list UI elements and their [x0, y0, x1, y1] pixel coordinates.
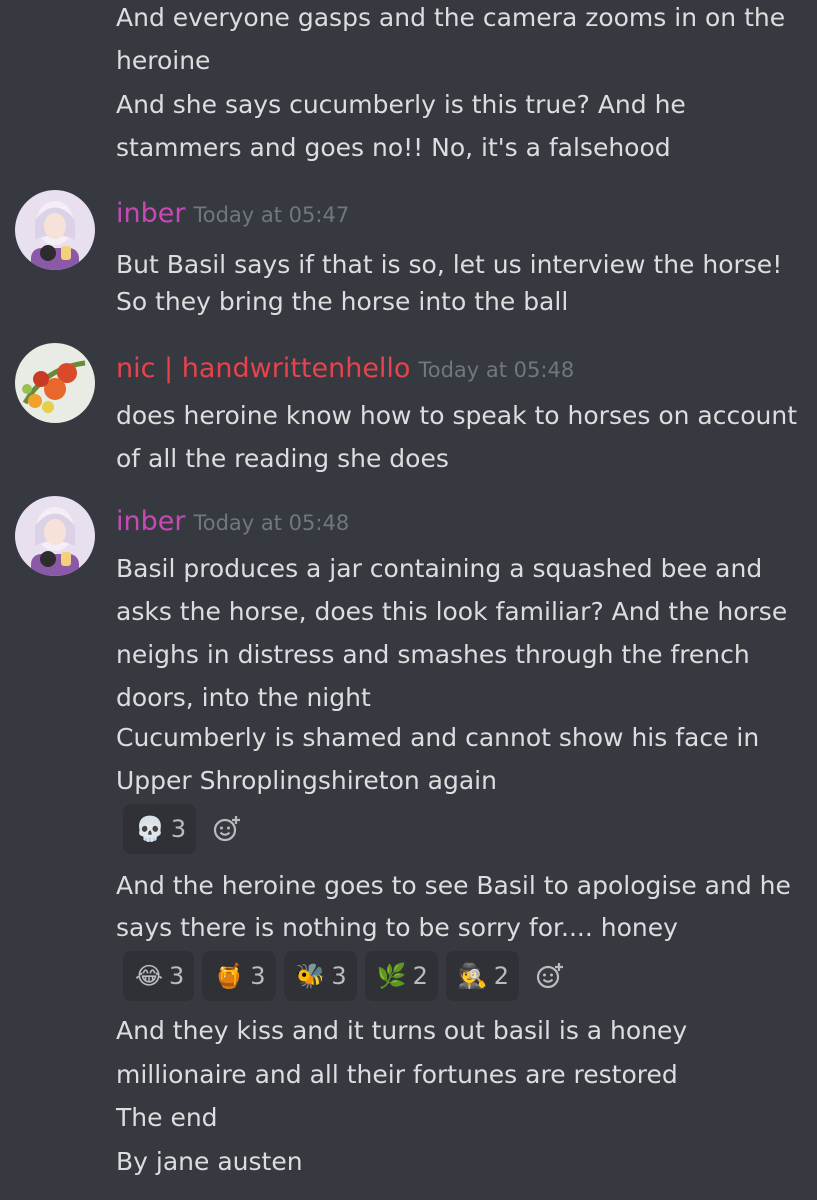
- username[interactable]: inber: [116, 198, 185, 229]
- reaction-count: 2: [412, 962, 428, 990]
- add-reaction-icon: [536, 963, 564, 989]
- reaction-bar: 💀 3: [123, 804, 250, 854]
- message-text-line: The end: [116, 1103, 218, 1132]
- message-text-line: So they bring the horse into the ball: [116, 287, 569, 316]
- message-text-line: of all the reading she does: [116, 444, 449, 473]
- user-avatar[interactable]: [15, 190, 95, 270]
- timestamp: Today at 05:48: [418, 358, 575, 382]
- message-text-line: millionaire and all their fortunes are r…: [116, 1060, 678, 1089]
- bee-icon: 🐝: [295, 962, 326, 990]
- user-avatar[interactable]: [15, 343, 95, 423]
- add-reaction-button[interactable]: [204, 814, 250, 844]
- add-reaction-button[interactable]: [527, 961, 573, 991]
- message-text-line: neighs in distress and smashes through t…: [116, 640, 750, 669]
- reaction-count: 3: [170, 815, 187, 843]
- timestamp: Today at 05:47: [193, 203, 350, 227]
- reaction-count: 3: [331, 962, 347, 990]
- reaction-herb[interactable]: 🌿 2: [364, 951, 438, 1001]
- message-text-line: And everyone gasps and the camera zooms …: [116, 3, 786, 32]
- reaction-count: 2: [493, 962, 510, 990]
- timestamp: Today at 05:48: [193, 511, 350, 535]
- message-text-line: heroine: [116, 46, 211, 75]
- honey-pot-icon: 🍯: [214, 962, 245, 990]
- reaction-skull[interactable]: 💀 3: [123, 804, 197, 854]
- message-text-line: asks the horse, does this look familiar?…: [116, 597, 788, 626]
- reaction-bar: 😂 3 🍯 3 🐝 3 🌿 2 🕵 2: [123, 951, 573, 1001]
- skull-icon: 💀: [135, 815, 165, 843]
- message-text-line: By jane austen: [116, 1147, 303, 1176]
- tears-of-joy-icon: 😂: [135, 962, 164, 990]
- detective-icon: 🕵: [457, 962, 488, 990]
- reaction-detective[interactable]: 🕵 2: [445, 951, 520, 1001]
- message-header: nic | handwrittenhello Today at 05:48: [116, 353, 574, 384]
- message-text-line: says there is nothing to be sorry for...…: [116, 913, 678, 942]
- username[interactable]: nic | handwrittenhello: [116, 353, 410, 384]
- message-text-line: Upper Shroplingshireton again: [116, 766, 497, 795]
- user-avatar[interactable]: [15, 496, 95, 576]
- message-text-line: does heroine know how to speak to horses…: [116, 401, 798, 430]
- message-text-line: Cucumberly is shamed and cannot show his…: [116, 723, 760, 752]
- reaction-bee[interactable]: 🐝 3: [283, 951, 357, 1001]
- username[interactable]: inber: [116, 506, 185, 537]
- message-header: inber Today at 05:47: [116, 198, 349, 229]
- message-text-line: stammers and goes no!! No, it's a falseh…: [116, 133, 671, 162]
- message-text-line: And they kiss and it turns out basil is …: [116, 1016, 688, 1045]
- message-text-line: But Basil says if that is so, let us int…: [116, 250, 783, 279]
- reaction-count: 3: [250, 962, 266, 990]
- herb-icon: 🌿: [376, 962, 407, 990]
- message-text-line: And she says cucumberly is this true? An…: [116, 90, 686, 119]
- message-header: inber Today at 05:48: [116, 506, 349, 537]
- reaction-tears-of-joy[interactable]: 😂 3: [123, 951, 195, 1001]
- add-reaction-icon: [214, 816, 241, 842]
- message-text-line: And the heroine goes to see Basil to apo…: [116, 871, 791, 900]
- reaction-honey-pot[interactable]: 🍯 3: [202, 951, 276, 1001]
- message-text-line: doors, into the night: [116, 683, 371, 712]
- message-text-line: Basil produces a jar containing a squash…: [116, 554, 763, 583]
- reaction-count: 3: [169, 962, 185, 990]
